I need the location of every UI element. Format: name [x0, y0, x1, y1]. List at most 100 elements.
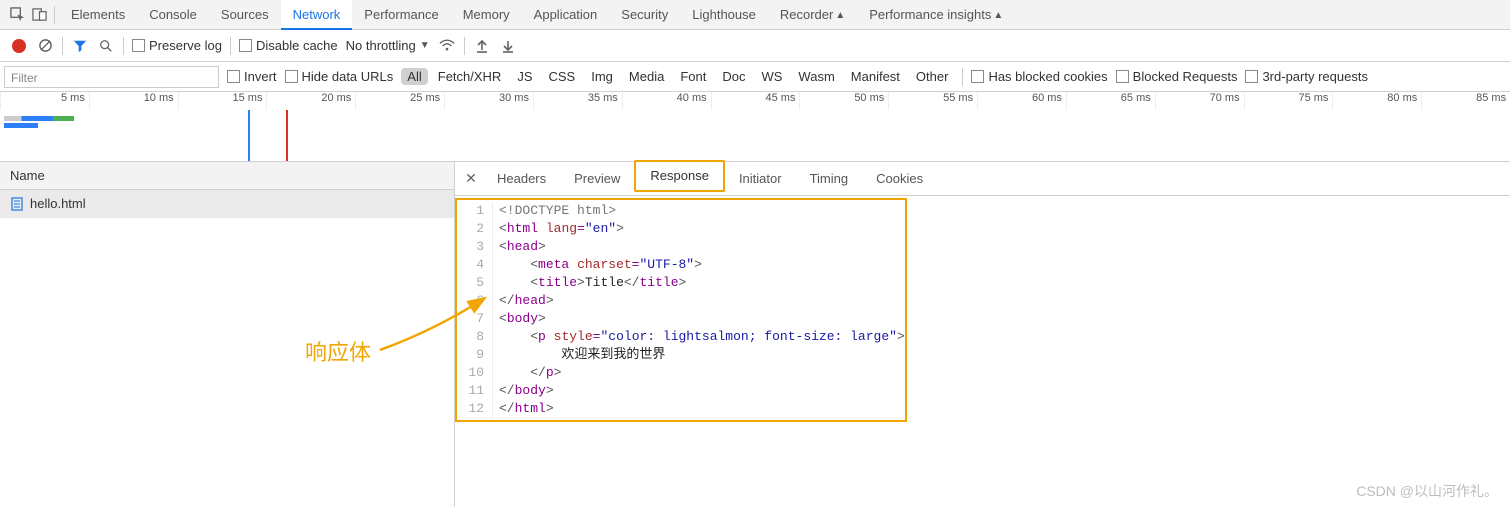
type-filter-fetch-xhr[interactable]: Fetch/XHR	[432, 68, 508, 85]
code-content: </body>	[493, 382, 554, 400]
line-number: 3	[457, 238, 493, 256]
type-filter-all[interactable]: All	[401, 68, 427, 85]
detail-tab-preview[interactable]: Preview	[560, 162, 634, 196]
hide-data-urls-checkbox[interactable]: Hide data URLs	[285, 69, 394, 84]
code-line: 7<body>	[457, 310, 905, 328]
tab-security[interactable]: Security	[609, 0, 680, 30]
line-number: 11	[457, 382, 493, 400]
code-content: <meta charset="UTF-8">	[493, 256, 702, 274]
separator	[464, 37, 465, 55]
tab-performance[interactable]: Performance	[352, 0, 450, 30]
disable-cache-checkbox[interactable]: Disable cache	[239, 38, 338, 53]
request-list-header[interactable]: Name	[0, 162, 454, 190]
timeline-tick: 85 ms	[1421, 92, 1510, 110]
timeline-tick: 30 ms	[444, 92, 533, 110]
request-name: hello.html	[30, 190, 86, 218]
code-content: <title>Title</title>	[493, 274, 686, 292]
preview-badge-icon: ▲	[993, 10, 1003, 21]
code-line: 6</head>	[457, 292, 905, 310]
tab-application[interactable]: Application	[522, 0, 610, 30]
timeline-tick: 80 ms	[1332, 92, 1421, 110]
code-line: 9 欢迎来到我的世界	[457, 346, 905, 364]
tab-console[interactable]: Console	[137, 0, 209, 30]
type-filter-doc[interactable]: Doc	[716, 68, 751, 85]
code-line: 2<html lang="en">	[457, 220, 905, 238]
tab-performance-insights[interactable]: Performance insights▲	[857, 0, 1015, 30]
code-content: </html>	[493, 400, 554, 418]
device-toggle-icon[interactable]	[28, 7, 50, 22]
network-toolbar: Preserve log Disable cache No throttling…	[0, 30, 1510, 62]
type-filter-other[interactable]: Other	[910, 68, 955, 85]
timeline-tick: 40 ms	[622, 92, 711, 110]
blocked-requests-label: Blocked Requests	[1133, 69, 1238, 84]
code-line: 3<head>	[457, 238, 905, 256]
type-filter-manifest[interactable]: Manifest	[845, 68, 906, 85]
type-filter-font[interactable]: Font	[674, 68, 712, 85]
download-icon[interactable]	[499, 37, 517, 55]
code-line: 12</html>	[457, 400, 905, 418]
tab-memory[interactable]: Memory	[451, 0, 522, 30]
response-body[interactable]: 1<!DOCTYPE html>2<html lang="en">3<head>…	[455, 198, 907, 422]
code-content: <!DOCTYPE html>	[493, 202, 616, 220]
throttling-value: No throttling	[346, 38, 416, 53]
tab-recorder[interactable]: Recorder▲	[768, 0, 857, 30]
type-filter-ws[interactable]: WS	[755, 68, 788, 85]
devtools-tab-bar: ElementsConsoleSourcesNetworkPerformance…	[0, 0, 1510, 30]
code-line: 11</body>	[457, 382, 905, 400]
filter-icon[interactable]	[71, 37, 89, 55]
line-number: 2	[457, 220, 493, 238]
type-filter-img[interactable]: Img	[585, 68, 619, 85]
annotation-arrow-icon	[375, 290, 495, 360]
type-filter-js[interactable]: JS	[511, 68, 538, 85]
request-row[interactable]: hello.html	[0, 190, 454, 218]
inspect-icon[interactable]	[6, 7, 28, 22]
code-content: <head>	[493, 238, 546, 256]
detail-tab-cookies[interactable]: Cookies	[862, 162, 937, 196]
tab-sources[interactable]: Sources	[209, 0, 281, 30]
preserve-log-label: Preserve log	[149, 38, 222, 53]
clear-icon[interactable]	[36, 37, 54, 55]
timeline-bar	[4, 123, 38, 128]
has-blocked-cookies-label: Has blocked cookies	[988, 69, 1107, 84]
tab-elements[interactable]: Elements	[59, 0, 137, 30]
close-icon[interactable]: ✕	[459, 170, 483, 187]
hide-data-urls-label: Hide data URLs	[302, 69, 394, 84]
type-filter-media[interactable]: Media	[623, 68, 670, 85]
type-filter-wasm[interactable]: Wasm	[792, 68, 840, 85]
separator	[54, 6, 55, 24]
type-filter-css[interactable]: CSS	[543, 68, 582, 85]
tab-lighthouse[interactable]: Lighthouse	[680, 0, 768, 30]
has-blocked-cookies-checkbox[interactable]: Has blocked cookies	[971, 69, 1107, 84]
upload-icon[interactable]	[473, 37, 491, 55]
tab-network[interactable]: Network	[281, 0, 353, 30]
timeline-overview[interactable]: 5 ms10 ms15 ms20 ms25 ms30 ms35 ms40 ms4…	[0, 92, 1510, 162]
code-line: 10 </p>	[457, 364, 905, 382]
timeline-tick: 75 ms	[1244, 92, 1333, 110]
detail-tab-headers[interactable]: Headers	[483, 162, 560, 196]
load-marker	[286, 110, 288, 161]
preserve-log-checkbox[interactable]: Preserve log	[132, 38, 222, 53]
chevron-down-icon: ▼	[420, 40, 430, 51]
filter-input[interactable]: Filter	[4, 66, 219, 88]
blocked-requests-checkbox[interactable]: Blocked Requests	[1116, 69, 1238, 84]
detail-tab-initiator[interactable]: Initiator	[725, 162, 796, 196]
detail-tab-response[interactable]: Response	[634, 160, 725, 192]
domcontentloaded-marker	[248, 110, 250, 161]
timeline-tick: 35 ms	[533, 92, 622, 110]
wifi-icon[interactable]	[438, 37, 456, 55]
throttling-select[interactable]: No throttling ▼	[346, 38, 430, 53]
timeline-tick: 20 ms	[266, 92, 355, 110]
line-number: 12	[457, 400, 493, 418]
record-button[interactable]	[10, 37, 28, 55]
preview-badge-icon: ▲	[835, 10, 845, 21]
timeline-tick: 15 ms	[178, 92, 267, 110]
third-party-checkbox[interactable]: 3rd-party requests	[1245, 69, 1368, 84]
code-content: <html lang="en">	[493, 220, 624, 238]
invert-checkbox[interactable]: Invert	[227, 69, 277, 84]
network-filter-row: Filter Invert Hide data URLs All Fetch/XH…	[0, 62, 1510, 92]
code-content: </head>	[493, 292, 554, 310]
invert-label: Invert	[244, 69, 277, 84]
separator	[962, 68, 963, 86]
detail-tab-timing[interactable]: Timing	[796, 162, 863, 196]
search-icon[interactable]	[97, 37, 115, 55]
